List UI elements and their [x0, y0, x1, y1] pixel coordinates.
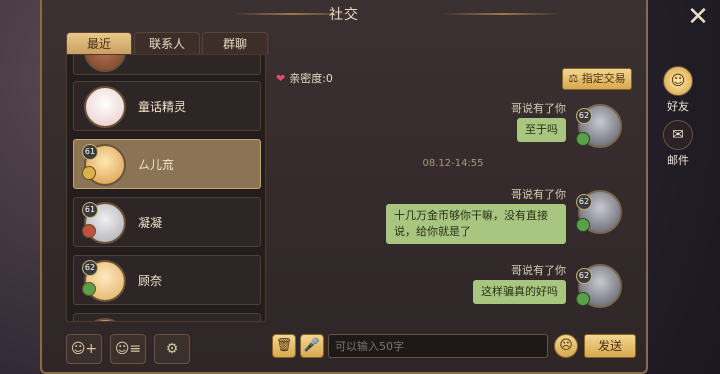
class-icon	[82, 282, 96, 296]
microphone-icon[interactable]: 🎤	[300, 334, 324, 358]
send-button[interactable]: 发送	[584, 334, 636, 358]
scale-icon: ⚖	[568, 72, 579, 85]
friend-name: 童话精灵	[138, 100, 187, 114]
list-item[interactable]	[73, 55, 261, 75]
list-item[interactable]: 62 顾奈	[73, 255, 261, 305]
chat-area[interactable]: ❤ 亲密度:0 ⚖ 指定交易 哥说有了你 至于吗 62 08.12-14:55 哥…	[270, 60, 636, 322]
message-sender: 哥说有了你	[511, 188, 566, 201]
list-item[interactable]: 61 凝凝	[73, 197, 261, 247]
add-friend-icon[interactable]: ☺+	[66, 334, 102, 364]
list-item[interactable]: 童话精灵	[73, 81, 261, 131]
avatar	[84, 55, 126, 72]
list-item[interactable]	[73, 313, 261, 321]
mail-icon: ✉	[663, 120, 693, 150]
avatar	[84, 86, 126, 128]
avatar	[84, 318, 126, 321]
trash-icon[interactable]: 🗑	[272, 334, 296, 358]
side-tab-friends-label: 好友	[667, 100, 689, 113]
friends-icon: ☺	[663, 66, 693, 96]
avatar: 62	[576, 264, 622, 308]
class-icon	[576, 218, 590, 232]
intimacy-label: ❤ 亲密度:0	[276, 70, 333, 86]
message-bubble: 至于吗	[517, 118, 566, 142]
heart-icon: ❤	[276, 72, 286, 85]
message-sender: 哥说有了你	[511, 102, 566, 115]
window-title: 社交	[329, 7, 359, 23]
tab-recent[interactable]: 最近	[66, 32, 132, 54]
intimacy-value: 亲密度:0	[289, 72, 333, 85]
friend-name: 凝凝	[138, 216, 163, 230]
emoji-icon[interactable]: ☹	[554, 334, 578, 358]
level-badge: 62	[576, 268, 592, 284]
side-tab-mail-label: 邮件	[667, 154, 689, 167]
close-icon[interactable]: ✕	[684, 4, 712, 32]
friend-list-icon[interactable]: ☺≡	[110, 334, 146, 364]
avatar: 62	[576, 190, 622, 234]
message-bubble: 十几万金币够你干嘛，没有直接说，给你就是了	[386, 204, 566, 244]
side-tab-mail[interactable]: ✉ 邮件	[660, 120, 696, 168]
friend-name: ㄙ儿㐬	[138, 158, 175, 172]
trade-button-label: 指定交易	[581, 72, 626, 85]
message-sender: 哥说有了你	[511, 264, 566, 277]
gear-icon[interactable]: ⚙	[154, 334, 190, 364]
tab-group-chat[interactable]: 群聊	[202, 32, 268, 54]
level-badge: 62	[82, 260, 98, 276]
friend-name: 顾奈	[138, 274, 163, 288]
class-icon	[82, 224, 96, 238]
message-bubble: 这样骗真的好吗	[473, 280, 566, 304]
message-timestamp: 08.12-14:55	[422, 158, 484, 169]
tab-contacts[interactable]: 联系人	[134, 32, 200, 54]
class-icon	[82, 166, 96, 180]
trade-button[interactable]: ⚖ 指定交易	[562, 68, 632, 90]
class-icon	[576, 292, 590, 306]
side-tab-friends[interactable]: ☺ 好友	[660, 66, 696, 114]
friend-list[interactable]: 童话精灵 61 ㄙ儿㐬 61 凝凝 62 顾奈	[66, 54, 266, 322]
level-badge: 61	[82, 202, 98, 218]
level-badge: 62	[576, 194, 592, 210]
class-icon	[576, 132, 590, 146]
level-badge: 61	[82, 144, 98, 160]
list-item[interactable]: 61 ㄙ儿㐬	[73, 139, 261, 189]
avatar: 62	[576, 104, 622, 148]
chat-input[interactable]	[328, 334, 548, 358]
level-badge: 62	[576, 108, 592, 124]
